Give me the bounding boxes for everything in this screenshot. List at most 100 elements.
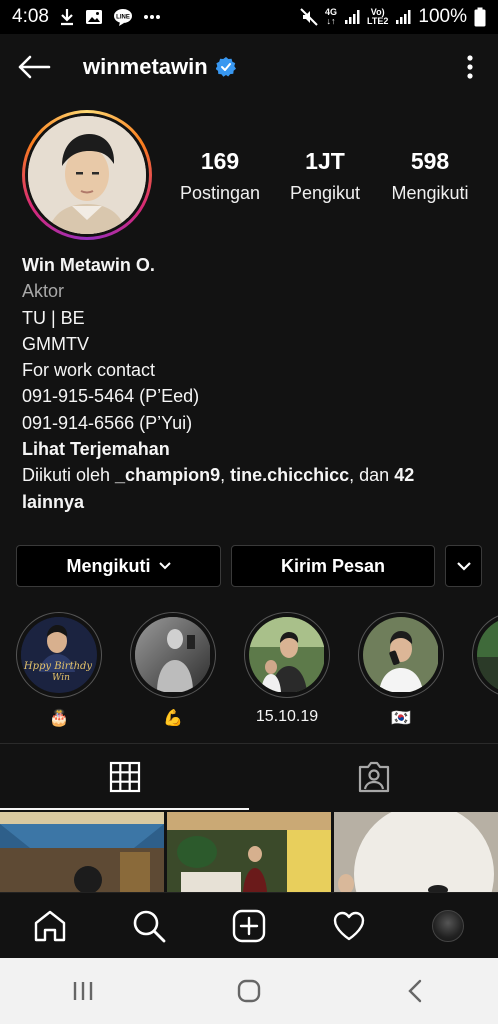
bio-phone-1[interactable]: 091-915-5464 (P’Eed) bbox=[22, 383, 482, 409]
bio-phone-2[interactable]: 091-914-6566 (P’Yui) bbox=[22, 410, 482, 436]
stat-followers[interactable]: 1JT Pengikut bbox=[275, 148, 375, 204]
stat-posts[interactable]: 169 Postingan bbox=[170, 148, 270, 204]
back-nav-button[interactable] bbox=[385, 966, 445, 1016]
profile-avatar[interactable] bbox=[22, 110, 152, 240]
highlight-label: 15.10.19 bbox=[255, 708, 319, 725]
battery-icon bbox=[474, 7, 486, 27]
profile-header: winmetawin bbox=[0, 34, 498, 100]
add-post-icon bbox=[232, 909, 266, 942]
search-icon bbox=[134, 910, 166, 942]
followed-by-prefix: Diikuti oleh bbox=[22, 465, 116, 486]
highlight-cover bbox=[477, 617, 498, 693]
stat-following[interactable]: 598 Mengikuti bbox=[380, 148, 480, 204]
suggested-users-button[interactable] bbox=[445, 545, 482, 587]
bottom-navigation bbox=[0, 892, 498, 958]
grid-icon bbox=[109, 761, 140, 793]
options-menu-button[interactable] bbox=[458, 49, 482, 85]
highlight-label: 🇰🇷 bbox=[391, 710, 411, 727]
recent-apps-button[interactable] bbox=[53, 966, 113, 1016]
svg-text:Win: Win bbox=[52, 673, 70, 683]
home-icon bbox=[34, 910, 65, 941]
highlight-item[interactable]: 🇰🇷 bbox=[358, 612, 444, 732]
header-username: winmetawin bbox=[83, 54, 208, 79]
message-button[interactable]: Kirim Pesan bbox=[231, 545, 435, 587]
nav-home[interactable] bbox=[20, 896, 80, 956]
recent-apps-icon bbox=[73, 982, 93, 1000]
stat-posts-label: Postingan bbox=[179, 183, 261, 203]
story-highlights: Hppy Birthdy Win 🎂 💪 15.10.19 🇰🇷 bbox=[16, 612, 498, 732]
tab-posts-grid[interactable] bbox=[0, 744, 249, 810]
chevron-down-icon bbox=[158, 562, 171, 570]
nav-activity[interactable] bbox=[319, 896, 379, 956]
gallery-icon bbox=[85, 9, 103, 25]
followed-by-others[interactable]: lainnya bbox=[22, 492, 84, 512]
arrow-left-icon bbox=[18, 55, 51, 79]
highlight-item[interactable]: 15.10.19 bbox=[244, 612, 330, 732]
signal-icon-2 bbox=[395, 9, 411, 25]
message-button-label: Kirim Pesan bbox=[280, 555, 386, 576]
mute-icon bbox=[300, 8, 318, 26]
followed-by-user[interactable]: _champion9 bbox=[115, 465, 220, 485]
following-button-label: Mengikuti bbox=[66, 555, 151, 576]
post-thumbnail[interactable] bbox=[167, 812, 331, 892]
stat-following-label: Mengikuti bbox=[391, 183, 469, 203]
profile-avatar-small bbox=[432, 909, 465, 942]
svg-text:LINE: LINE bbox=[116, 15, 130, 21]
line-app-icon: LINE bbox=[113, 8, 133, 26]
back-button[interactable] bbox=[16, 49, 52, 85]
highlight-cover: Hppy Birthdy Win bbox=[21, 617, 97, 693]
stat-posts-value: 169 bbox=[200, 148, 240, 174]
tagged-person-icon bbox=[358, 761, 389, 793]
home-circle-icon bbox=[237, 979, 261, 1003]
tab-tagged[interactable] bbox=[249, 744, 498, 810]
profile-stats: 169 Postingan 1JT Pengikut 598 Mengikuti bbox=[170, 148, 480, 204]
highlight-item[interactable] bbox=[472, 612, 498, 732]
nav-search[interactable] bbox=[119, 896, 179, 956]
followed-by[interactable]: Diikuti oleh _champion9, tine.chicchicc,… bbox=[22, 462, 482, 515]
system-navigation-bar bbox=[0, 958, 498, 1024]
highlight-cover bbox=[249, 617, 325, 693]
followed-by-separator: , bbox=[220, 465, 231, 486]
heart-icon bbox=[333, 911, 364, 940]
profile-bio: Win Metawin O. Aktor TU | BE GMMTV For w… bbox=[22, 252, 482, 515]
post-thumbnail[interactable] bbox=[0, 812, 164, 892]
profile-tabs bbox=[0, 744, 498, 810]
stat-followers-value: 1JT bbox=[305, 148, 345, 174]
nav-create[interactable] bbox=[219, 896, 279, 956]
status-time: 4:08 bbox=[12, 6, 49, 27]
stat-followers-label: Pengikut bbox=[289, 183, 361, 203]
highlight-cover bbox=[135, 617, 211, 693]
highlight-cover bbox=[363, 617, 439, 693]
followed-by-user[interactable]: tine.chicchicc bbox=[230, 465, 349, 485]
following-button[interactable]: Mengikuti bbox=[16, 545, 221, 587]
more-vertical-icon bbox=[467, 55, 473, 79]
chevron-left-icon bbox=[408, 979, 422, 1003]
chevron-down-icon bbox=[456, 561, 471, 571]
posts-grid bbox=[0, 812, 498, 892]
see-translation-link[interactable]: Lihat Terjemahan bbox=[22, 436, 482, 462]
highlight-label: 💪 bbox=[163, 710, 183, 727]
more-notifications-icon bbox=[143, 14, 161, 20]
profile-actions: Mengikuti Kirim Pesan bbox=[16, 545, 482, 587]
followed-by-count[interactable]: 42 bbox=[394, 465, 414, 485]
home-button[interactable] bbox=[219, 966, 279, 1016]
verified-badge-icon bbox=[215, 57, 236, 77]
bio-line: TU | BE bbox=[22, 307, 85, 328]
bio-line: For work contact bbox=[22, 360, 156, 381]
signal-icon bbox=[344, 9, 360, 25]
bio-line: GMMTV bbox=[22, 333, 89, 354]
followed-by-and: , dan bbox=[349, 465, 395, 486]
stat-following-value: 598 bbox=[410, 148, 450, 174]
post-thumbnail[interactable] bbox=[334, 812, 498, 892]
avatar-photo bbox=[28, 116, 146, 234]
volte-icon: Vo) LTE2 bbox=[367, 7, 389, 26]
highlight-item[interactable]: Hppy Birthdy Win 🎂 bbox=[16, 612, 102, 732]
highlight-item[interactable]: 💪 bbox=[130, 612, 216, 732]
status-bar: 4:08 LINE 4G ↓↑ Vo) LTE2 100% bbox=[0, 0, 498, 34]
download-icon bbox=[59, 8, 75, 26]
profile-name: Win Metawin O. bbox=[22, 255, 155, 275]
battery-percent: 100% bbox=[418, 6, 467, 27]
nav-profile[interactable] bbox=[418, 896, 478, 956]
profile-category: Aktor bbox=[22, 281, 65, 302]
highlight-label: 🎂 bbox=[49, 710, 69, 727]
